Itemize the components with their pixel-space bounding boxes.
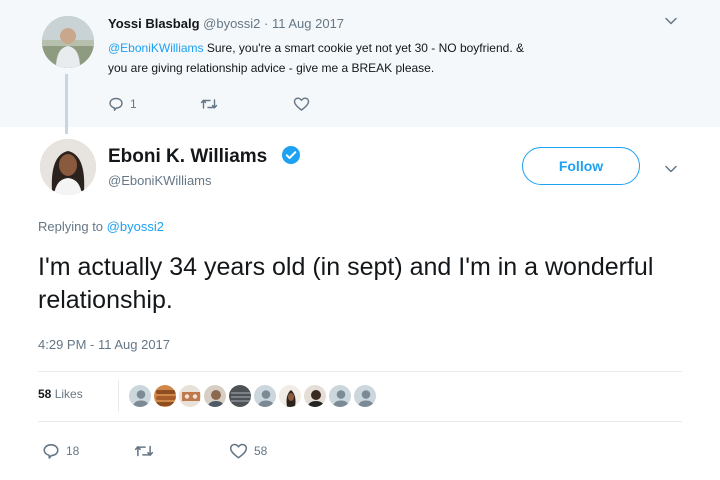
parent-separator: · [260,16,272,31]
main-avatar[interactable] [40,139,96,195]
main-handle[interactable]: @EboniKWilliams [108,173,212,188]
main-like-button[interactable]: 58 [229,442,267,460]
main-timestamp[interactable]: 4:29 PM - 11 Aug 2017 [38,337,170,352]
liker-avatar[interactable] [203,384,227,408]
likes-label: Likes [51,387,83,401]
liker-avatar[interactable] [278,384,302,408]
liker-avatar[interactable] [253,384,277,408]
chevron-down-icon[interactable] [664,14,678,28]
likes-count: 58 [38,387,52,401]
main-retweet-button[interactable] [134,442,160,460]
liker-avatar[interactable] [228,384,252,408]
parent-text-line1: Sure, you're a smart cookie yet not yet … [203,41,524,55]
parent-retweet-button[interactable] [200,96,224,112]
parent-text-line2: you are giving relationship advice - giv… [108,61,435,75]
reply-icon [42,442,60,460]
liker-avatar[interactable] [153,384,177,408]
thread-connector-line [65,74,68,134]
liker-avatar[interactable] [353,384,377,408]
liker-avatar[interactable] [128,384,152,408]
retweet-icon [134,442,154,460]
main-like-count: 58 [254,444,268,458]
divider-top [38,371,682,372]
replying-to-link[interactable]: @byossi2 [107,219,164,234]
parent-tweet[interactable]: Yossi Blasbalg @byossi2 · 11 Aug 2017 @E… [0,0,720,127]
parent-header: Yossi Blasbalg @byossi2 · 11 Aug 2017 [108,16,344,31]
chevron-down-icon[interactable] [664,162,678,176]
likes-stat[interactable]: 58 Likes [38,387,83,401]
liker-avatar[interactable] [178,384,202,408]
verified-badge-icon [281,145,301,170]
parent-handle[interactable]: @byossi2 [203,16,260,31]
divider-bottom [38,421,682,422]
parent-name[interactable]: Yossi Blasbalg [108,16,200,31]
main-reply-button[interactable]: 18 [42,442,79,460]
main-reply-count: 18 [66,444,80,458]
follow-button[interactable]: Follow [522,147,640,185]
retweet-icon [200,96,218,112]
parent-tweet-text: @EboniKWilliams Sure, you're a smart coo… [108,38,678,78]
liker-avatar[interactable] [328,384,352,408]
heart-icon [293,96,310,112]
parent-mention[interactable]: @EboniKWilliams [108,41,204,55]
parent-reply-button[interactable]: 1 [108,96,137,112]
likes-separator [118,380,119,412]
parent-reply-count: 1 [130,97,137,111]
main-name[interactable]: Eboni K. Williams [108,146,267,168]
liker-avatar[interactable] [303,384,327,408]
heart-icon [229,442,248,460]
reply-icon [108,96,124,112]
parent-like-button[interactable] [293,96,316,112]
parent-date[interactable]: 11 Aug 2017 [272,16,344,31]
parent-avatar[interactable] [42,16,94,68]
replying-prefix: Replying to [38,219,107,234]
main-tweet-text: I'm actually 34 years old (in sept) and … [38,253,654,314]
replying-to-line: Replying to @byossi2 [38,219,164,234]
